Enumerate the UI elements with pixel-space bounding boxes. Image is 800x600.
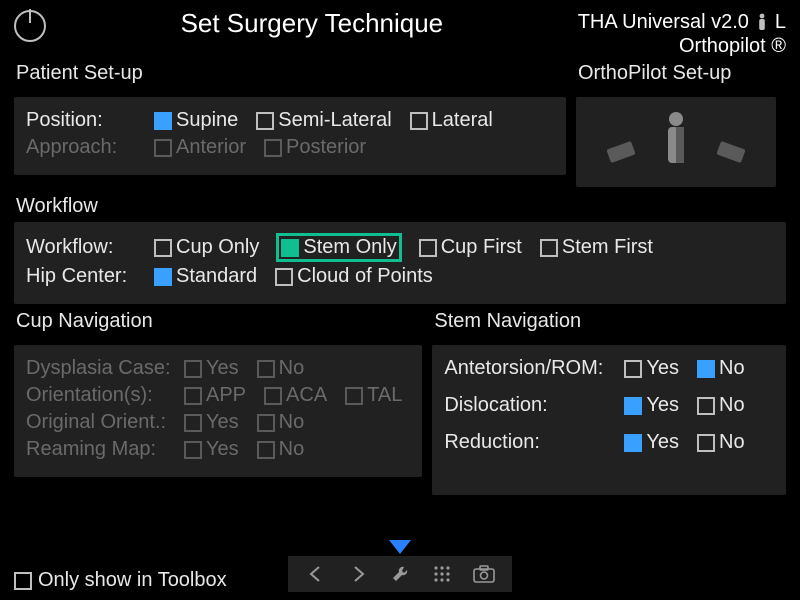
approach-anterior: Anterior	[154, 136, 246, 159]
page-title: Set Surgery Technique	[46, 8, 578, 39]
reaming-no: No	[257, 438, 305, 461]
antetorsion-label: Antetorsion/ROM:	[444, 357, 614, 380]
dysplasia-no: No	[257, 357, 305, 380]
position-label: Position:	[26, 109, 144, 132]
cup-nav-panel: Dysplasia Case: Yes No Orientation(s): A…	[14, 345, 422, 477]
position-lateral[interactable]: Lateral	[410, 109, 493, 132]
orient-aca: ACA	[264, 384, 327, 407]
origorient-yes: Yes	[184, 411, 239, 434]
reaming-label: Reaming Map:	[26, 438, 174, 461]
reduction-label: Reduction:	[444, 431, 614, 454]
reduction-no[interactable]: No	[697, 431, 745, 454]
bottom-toolbar	[288, 556, 512, 592]
dislocation-yes[interactable]: Yes	[624, 394, 679, 417]
workflow-stemfirst[interactable]: Stem First	[540, 236, 653, 259]
side-indicator: L	[775, 10, 786, 34]
stem-nav-title: Stem Navigation	[432, 310, 786, 337]
workflow-panel: Workflow: Cup Only Stem Only Cup First S…	[14, 222, 786, 304]
orthopilot-setup-panel[interactable]	[576, 97, 776, 187]
next-button[interactable]	[344, 560, 372, 588]
toolbar-marker-icon	[389, 540, 411, 554]
reaming-yes: Yes	[184, 438, 239, 461]
antetorsion-no[interactable]: No	[697, 357, 745, 380]
workflow-stemonly[interactable]: Stem Only	[277, 234, 400, 261]
workflow-cupfirst[interactable]: Cup First	[419, 236, 522, 259]
person-icon	[755, 13, 769, 31]
dislocation-label: Dislocation:	[444, 394, 614, 417]
only-toolbox-toggle[interactable]: Only show in Toolbox	[14, 569, 227, 592]
version-block: THA Universal v2.0 L Orthopilot ®	[578, 10, 786, 58]
only-toolbox-label: Only show in Toolbox	[38, 569, 227, 592]
approach-label: Approach:	[26, 136, 144, 159]
stem-nav-panel: Antetorsion/ROM: Yes No Dislocation: Yes…	[432, 345, 786, 495]
patient-setup-title: Patient Set-up	[14, 62, 566, 89]
dislocation-no[interactable]: No	[697, 394, 745, 417]
antetorsion-yes[interactable]: Yes	[624, 357, 679, 380]
workflow-cuponly[interactable]: Cup Only	[154, 236, 259, 259]
reduction-yes[interactable]: Yes	[624, 431, 679, 454]
version-text: THA Universal v2.0	[578, 10, 749, 34]
patient-setup-panel: Position: Supine Semi-Lateral Lateral Ap…	[14, 97, 566, 175]
orient-app: APP	[184, 384, 246, 407]
brand-text: Orthopilot ®	[578, 34, 786, 58]
dysplasia-label: Dysplasia Case:	[26, 357, 174, 380]
workflow-title: Workflow	[0, 187, 800, 222]
approach-posterior: Posterior	[264, 136, 366, 159]
orientations-label: Orientation(s):	[26, 384, 174, 407]
grid-icon[interactable]	[428, 560, 456, 588]
hipcenter-standard[interactable]: Standard	[154, 265, 257, 288]
hipcenter-cloud[interactable]: Cloud of Points	[275, 265, 433, 288]
orthopilot-setup-icon	[596, 105, 756, 175]
orthopilot-setup-title: OrthoPilot Set-up	[576, 62, 786, 89]
power-icon[interactable]	[14, 10, 46, 42]
workflow-label: Workflow:	[26, 236, 144, 259]
position-semilateral[interactable]: Semi-Lateral	[256, 109, 391, 132]
position-supine[interactable]: Supine	[154, 109, 238, 132]
camera-icon[interactable]	[470, 560, 498, 588]
hipcenter-label: Hip Center:	[26, 265, 144, 288]
dysplasia-yes: Yes	[184, 357, 239, 380]
prev-button[interactable]	[302, 560, 330, 588]
orient-tal: TAL	[345, 384, 402, 407]
wrench-icon[interactable]	[386, 560, 414, 588]
origorient-label: Original Orient.:	[26, 411, 174, 434]
cup-nav-title: Cup Navigation	[14, 310, 422, 337]
origorient-no: No	[257, 411, 305, 434]
